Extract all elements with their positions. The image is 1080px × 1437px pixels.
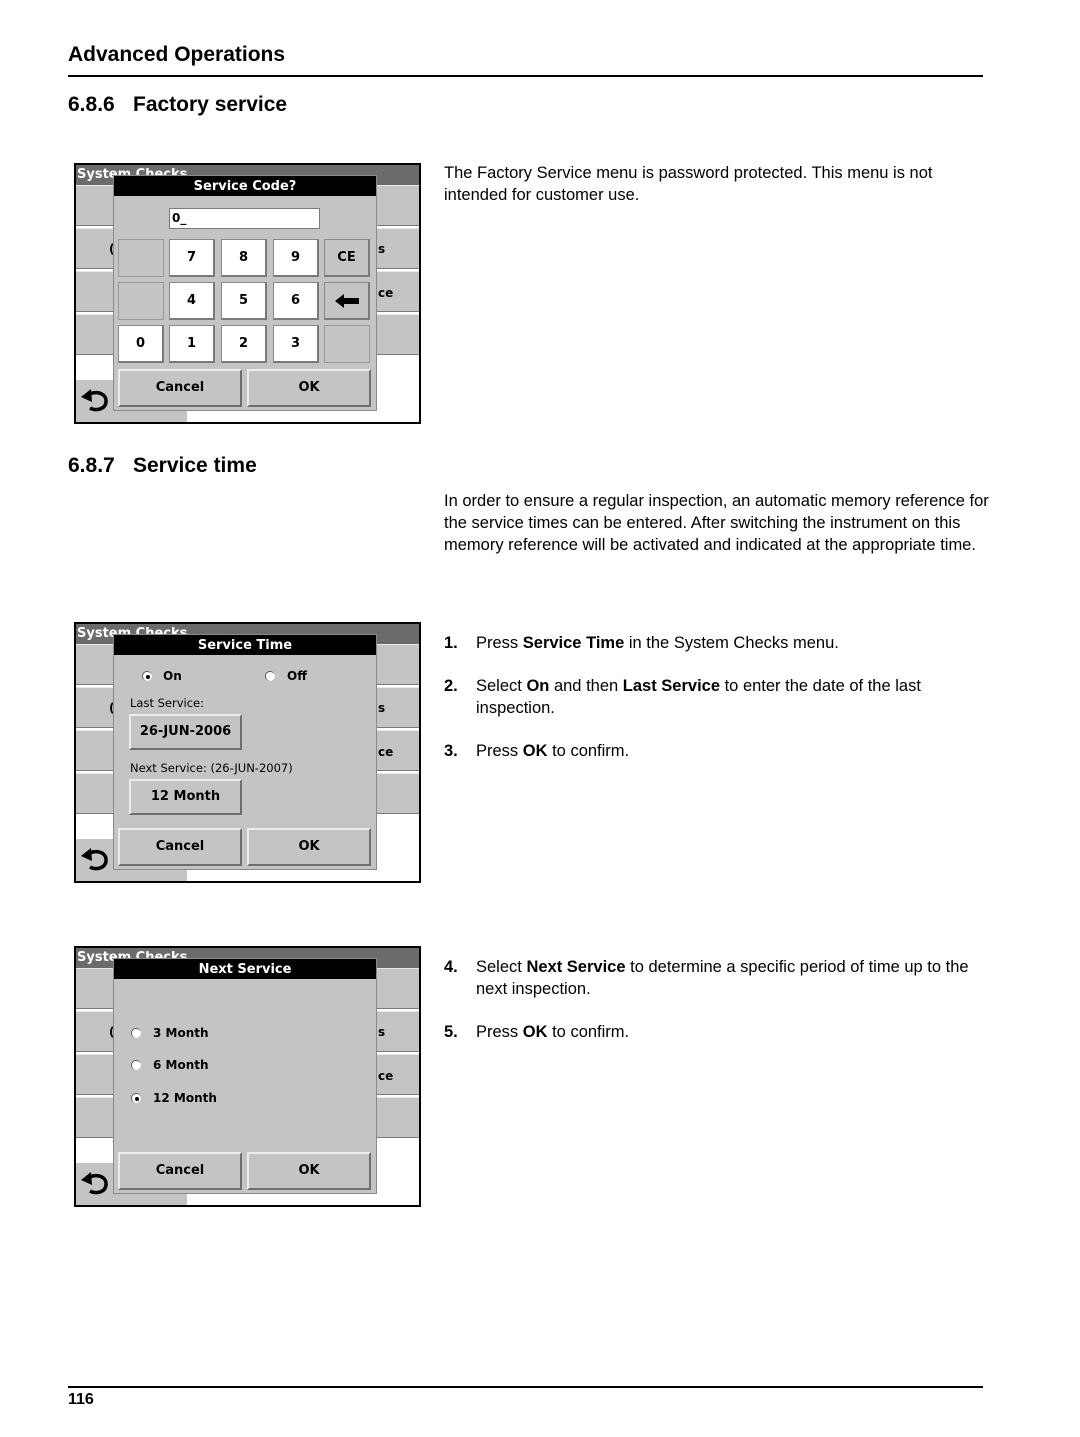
radio-on[interactable] [142, 671, 152, 681]
dialog-title: Service Code? [114, 176, 376, 196]
back-arrow-icon[interactable] [79, 1167, 113, 1197]
radio-12-month[interactable] [131, 1093, 141, 1103]
keypad-key-2[interactable]: 2 [221, 325, 267, 363]
step-emphasis: On [526, 677, 550, 695]
section-number: 6.8.6 [68, 93, 115, 116]
page-number: 116 [68, 1391, 94, 1408]
keypad-backspace-key[interactable] [324, 282, 370, 320]
step-text: Press Service Time in the System Checks … [476, 634, 839, 652]
step-text: Select On and then Last Service to enter… [476, 677, 921, 717]
section-number: 6.8.7 [68, 454, 115, 477]
step-text: Press OK to confirm. [476, 742, 630, 760]
backspace-arrow-icon [334, 293, 359, 308]
next-service-label: Next Service: (26-JUN-2007) [130, 761, 293, 775]
keypad-key-1[interactable]: 1 [169, 325, 215, 363]
radio-on-label[interactable]: On [163, 669, 182, 683]
step-number: 5. [444, 1023, 458, 1041]
last-service-label: Last Service: [130, 696, 204, 710]
factory-service-description: The Factory Service menu is password pro… [444, 164, 933, 204]
step-emphasis: Next Service [526, 958, 626, 976]
keypad-key-7[interactable]: 7 [169, 239, 215, 277]
back-arrow-icon[interactable] [79, 384, 113, 414]
step-number: 1. [444, 634, 458, 652]
keypad-key-3[interactable]: 3 [273, 325, 319, 363]
service-time-description: In order to ensure a regular inspection,… [444, 492, 989, 554]
background-fragment: s [378, 701, 386, 715]
step-emphasis: Service Time [522, 634, 625, 652]
ok-button[interactable]: OK [247, 828, 371, 866]
last-service-button[interactable]: 26-JUN-2006 [129, 714, 242, 750]
service-code-screen: System Checks ( s ce Service Code? 0_ 7 … [74, 163, 421, 424]
background-fragment: ce [378, 286, 394, 300]
step-item: 1. Press Service Time in the System Check… [444, 632, 989, 654]
cancel-button[interactable]: Cancel [118, 828, 242, 866]
keypad-key-9[interactable]: 9 [273, 239, 319, 277]
footer-rule [68, 1386, 983, 1388]
next-service-dialog: Next Service 3 Month 6 Month 12 Month Ca… [113, 958, 377, 1194]
keypad-key-0[interactable]: 0 [118, 325, 164, 363]
background-fragment: ce [378, 745, 394, 759]
cancel-button[interactable]: Cancel [118, 369, 242, 407]
option-12-month-label[interactable]: 12 Month [153, 1091, 217, 1105]
background-fragment: ce [378, 1069, 394, 1083]
keypad-clear-entry-key[interactable]: CE [324, 239, 370, 277]
step-emphasis: OK [522, 1023, 548, 1041]
radio-off-label[interactable]: Off [287, 669, 307, 683]
keypad-key-6[interactable]: 6 [273, 282, 319, 320]
step-number: 2. [444, 677, 458, 695]
header-rule [68, 75, 983, 77]
section-name: Service time [133, 454, 257, 477]
radio-3-month[interactable] [131, 1028, 141, 1038]
background-fragment: s [378, 242, 386, 256]
step-number: 3. [444, 742, 458, 760]
step-item: 3. Press OK to confirm. [444, 740, 989, 762]
section-title-factory-service: 6.8.6 Factory service [68, 93, 287, 117]
chapter-header: Advanced Operations [68, 43, 286, 66]
service-code-dialog: Service Code? 0_ 7 8 9 CE 4 5 6 0 1 2 3 … [113, 175, 377, 411]
ok-button[interactable]: OK [247, 369, 371, 407]
radio-off[interactable] [265, 671, 275, 681]
back-arrow-icon[interactable] [79, 843, 113, 873]
keypad-blank-key [324, 325, 370, 363]
step-text: Press OK to confirm. [476, 1023, 630, 1041]
option-6-month-label[interactable]: 6 Month [153, 1058, 209, 1072]
background-fragment: s [378, 1025, 386, 1039]
dialog-title: Next Service [114, 959, 376, 979]
service-time-screen: System Checks ( s ce Service Time On Off… [74, 622, 421, 883]
service-code-input[interactable]: 0_ [169, 208, 320, 229]
next-service-screen: System Checks ( s ce Next Service 3 Mont… [74, 946, 421, 1207]
step-number: 4. [444, 958, 458, 976]
dialog-title: Service Time [114, 635, 376, 655]
radio-6-month[interactable] [131, 1060, 141, 1070]
step-item: 5. Press OK to confirm. [444, 1021, 989, 1043]
service-time-dialog: Service Time On Off Last Service: 26-JUN… [113, 634, 377, 870]
keypad-key-4[interactable]: 4 [169, 282, 215, 320]
next-service-button[interactable]: 12 Month [129, 779, 242, 815]
section-title-service-time: 6.8.7 Service time [68, 454, 257, 478]
ok-button[interactable]: OK [247, 1152, 371, 1190]
step-emphasis: Last Service [622, 677, 721, 695]
step-item: 2. Select On and then Last Service to ent… [444, 675, 989, 719]
section-name: Factory service [133, 93, 288, 116]
keypad-blank-key [118, 282, 164, 320]
option-3-month-label[interactable]: 3 Month [153, 1026, 209, 1040]
cancel-button[interactable]: Cancel [118, 1152, 242, 1190]
step-item: 4. Select Next Service to determine a spe… [444, 956, 989, 1000]
step-emphasis: OK [522, 742, 548, 760]
keypad-key-8[interactable]: 8 [221, 239, 267, 277]
keypad-key-5[interactable]: 5 [221, 282, 267, 320]
keypad-blank-key [118, 239, 164, 277]
step-text: Select Next Service to determine a speci… [476, 958, 969, 998]
